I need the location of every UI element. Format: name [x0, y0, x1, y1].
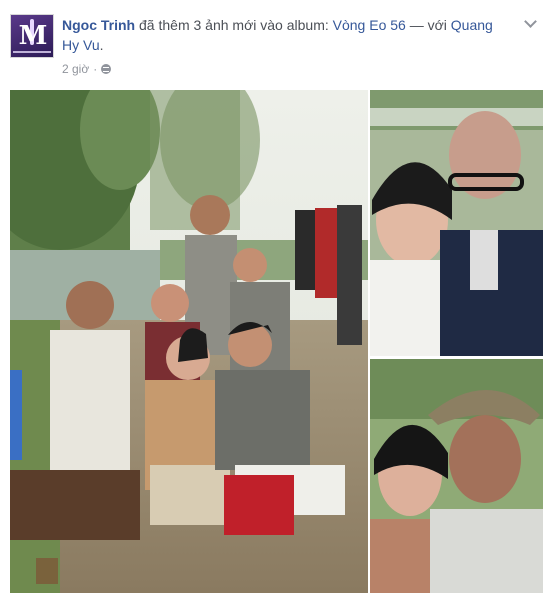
- album-link[interactable]: Vòng Eo 56: [333, 17, 406, 33]
- logo-caption: [13, 51, 51, 53]
- timestamp-link[interactable]: 2 giờ: [62, 62, 89, 76]
- post-meta: 2 giờ ·: [62, 61, 112, 77]
- action-text: đã thêm 3 ảnh mới vào album:: [135, 17, 333, 33]
- photo-top-right[interactable]: [370, 90, 543, 356]
- end-punctuation: .: [99, 37, 104, 53]
- facebook-post: M Ngoc Trinh đã thêm 3 ảnh mới vào album…: [0, 0, 550, 593]
- globe-icon[interactable]: [101, 64, 112, 74]
- post-header: Ngoc Trinh đã thêm 3 ảnh mới vào album: …: [62, 15, 502, 55]
- with-text: — với: [405, 17, 451, 33]
- photo-bottom-right-image: [370, 359, 543, 593]
- meta-separator: ·: [93, 62, 98, 76]
- author-avatar[interactable]: M: [10, 14, 54, 58]
- logo-monogram: M: [18, 21, 48, 51]
- photo-bottom-right[interactable]: [370, 359, 543, 593]
- photo-main[interactable]: [10, 90, 368, 593]
- author-name-link[interactable]: Ngoc Trinh: [62, 17, 135, 33]
- chevron-down-icon[interactable]: [522, 16, 538, 30]
- photo-top-right-image: [370, 90, 543, 356]
- photo-main-image: [10, 90, 368, 593]
